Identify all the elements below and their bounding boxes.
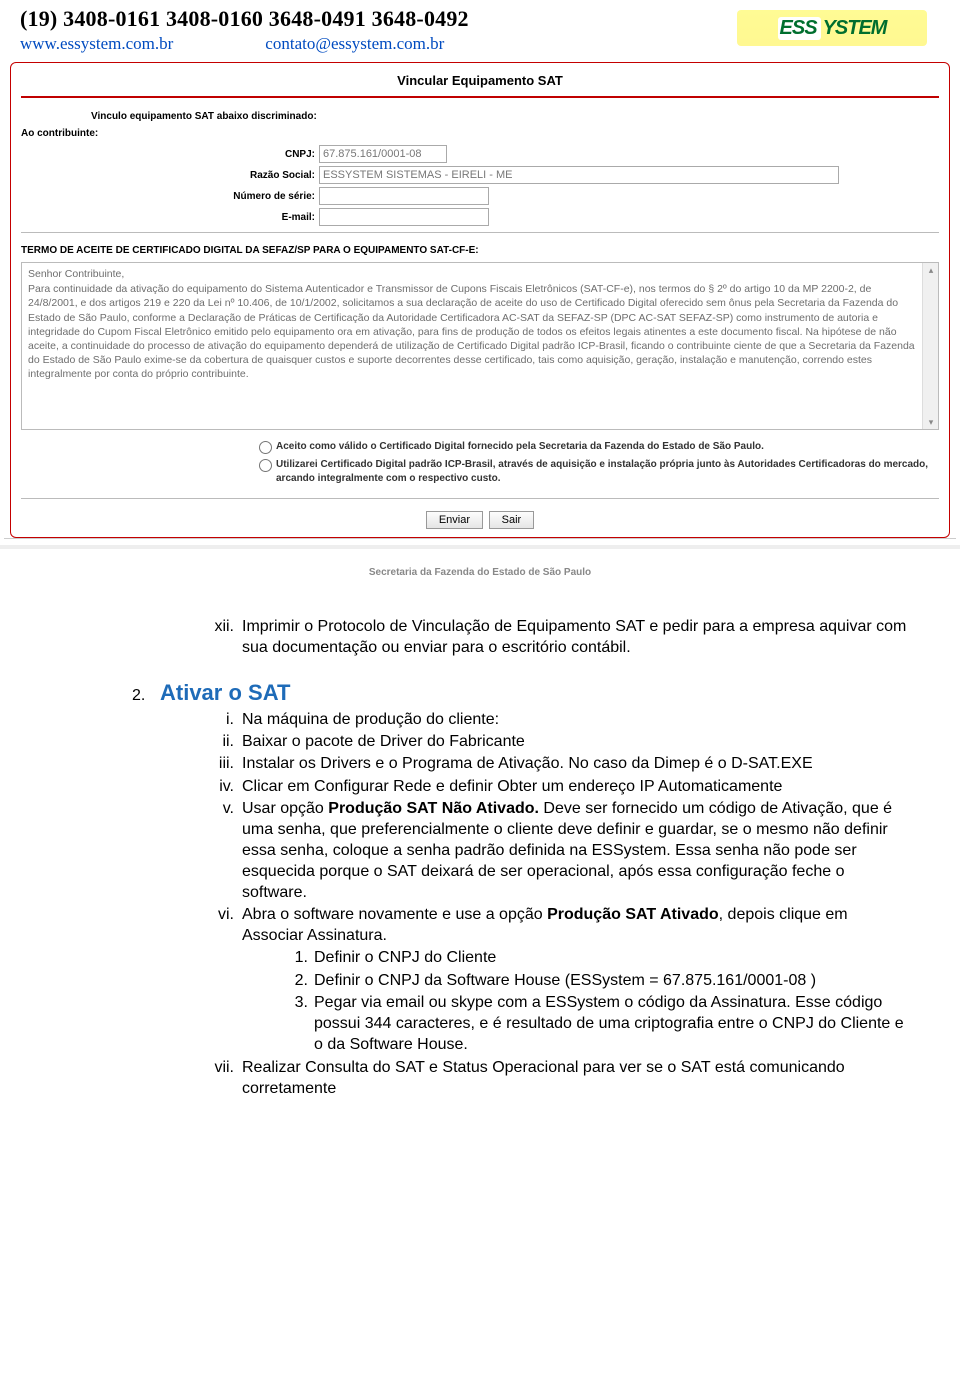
input-cnpj[interactable] (319, 145, 447, 163)
marker-xii: xii. (198, 616, 242, 658)
body-i: Na máquina de produção do cliente: (242, 709, 912, 730)
body-iii: Instalar os Drivers e o Programa de Ativ… (242, 753, 912, 774)
marker-ii: ii. (198, 731, 242, 752)
body-vi-2: Definir o CNPJ da Software House (ESSyst… (314, 970, 912, 991)
vi-bold: Produção SAT Ativado (547, 906, 719, 923)
term-body-text: Para continuidade da ativação do equipam… (28, 282, 920, 381)
item-v: v. Usar opção Produção SAT Não Ativado. … (198, 798, 912, 904)
marker-iv: iv. (198, 776, 242, 797)
item-ii: ii. Baixar o pacote de Driver do Fabrica… (198, 731, 912, 752)
scroll-up-icon[interactable]: ▴ (923, 263, 939, 277)
scroll-down-icon[interactable]: ▾ (923, 415, 939, 429)
essystem-logo: ESSYSTEM (737, 10, 927, 46)
body-iv: Clicar em Configurar Rede e definir Obte… (242, 776, 912, 797)
radio-accept-label: Aceito como válido o Certificado Digital… (276, 440, 764, 454)
marker-vi-2: 2. (288, 970, 314, 991)
label-serie: Número de série: (21, 191, 319, 202)
vi-pre: Abra o software novamente e use a opção (242, 906, 547, 923)
section-2-heading: 2. Ativar o SAT (132, 678, 912, 707)
vi-num-list: 1. Definir o CNPJ do Cliente 2. Definir … (288, 947, 912, 1055)
item-vi-2: 2. Definir o CNPJ da Software House (ESS… (288, 970, 912, 991)
marker-vii: vii. (198, 1057, 242, 1099)
marker-iii: iii. (198, 753, 242, 774)
item-vi: vi. Abra o software novamente e use a op… (198, 904, 912, 1056)
marker-vi-3: 3. (288, 992, 314, 1055)
logo-wrap: ESSYSTEM (722, 6, 942, 46)
sub-list: i. Na máquina de produção do cliente: ii… (198, 709, 912, 1099)
input-razao[interactable] (319, 166, 839, 184)
item-vi-3: 3. Pegar via email ou skype com a ESSyst… (288, 992, 912, 1055)
enviar-button[interactable]: Enviar (426, 511, 483, 529)
marker-i: i. (198, 709, 242, 730)
input-email[interactable] (319, 208, 489, 226)
radio-accept[interactable] (259, 441, 272, 454)
header-left: (19) 3408-0161 3408-0160 3648-0491 3648-… (20, 6, 722, 54)
website-link[interactable]: www.essystem.com.br (20, 34, 173, 54)
secretaria-footer: Secretaria da Fazenda do Estado de São P… (0, 545, 960, 586)
radio-row-icp[interactable]: Utilizarei Certificado Digital padrão IC… (259, 458, 939, 486)
logo-text-2: YSTEM (823, 17, 887, 40)
body-vi: Abra o software novamente e use a opção … (242, 904, 912, 1056)
input-serie[interactable] (319, 187, 489, 205)
term-heading: TERMO DE ACEITE DE CERTIFICADO DIGITAL D… (21, 239, 939, 262)
field-row-cnpj: CNPJ: (21, 145, 939, 163)
item-xii: xii. Imprimir o Protocolo de Vinculação … (198, 616, 912, 658)
section-2-num: 2. (132, 685, 160, 706)
item-iv: iv. Clicar em Configurar Rede e definir … (198, 776, 912, 797)
divider-grey-2 (21, 498, 939, 499)
term-salutation: Senhor Contribuinte, (28, 267, 920, 281)
form-subhead-1: Vinculo equipamento SAT abaixo discrimin… (21, 108, 939, 125)
section-2-title: Ativar o SAT (160, 678, 290, 707)
marker-vi-1: 1. (288, 947, 314, 968)
body-vi-3: Pegar via email ou skype com a ESSystem … (314, 992, 912, 1055)
body-vii: Realizar Consulta do SAT e Status Operac… (242, 1057, 912, 1099)
body-xii: Imprimir o Protocolo de Vinculação de Eq… (242, 616, 912, 658)
form-title: Vincular Equipamento SAT (21, 67, 939, 96)
radio-block: Aceito como válido o Certificado Digital… (21, 430, 939, 492)
item-iii: iii. Instalar os Drivers e o Programa de… (198, 753, 912, 774)
item-vi-1: 1. Definir o CNPJ do Cliente (288, 947, 912, 968)
form-subhead-2: Ao contribuinte: (21, 125, 939, 142)
label-cnpj: CNPJ: (21, 149, 319, 160)
sat-form-box: Vincular Equipamento SAT Vinculo equipam… (10, 62, 950, 538)
item-i: i. Na máquina de produção do cliente: (198, 709, 912, 730)
footer-hr (4, 538, 956, 539)
page-header: (19) 3408-0161 3408-0160 3648-0491 3648-… (0, 0, 960, 58)
button-row: Enviar Sair (21, 505, 939, 529)
scrollbar[interactable]: ▴ ▾ (922, 263, 938, 429)
radio-icp[interactable] (259, 459, 272, 472)
item-vii: vii. Realizar Consulta do SAT e Status O… (198, 1057, 912, 1099)
radio-icp-label: Utilizarei Certificado Digital padrão IC… (276, 458, 939, 486)
logo-text-1: ESS (778, 17, 821, 40)
v-bold: Produção SAT Não Ativado. (328, 800, 539, 817)
term-textarea[interactable]: Senhor Contribuinte, Para continuidade d… (21, 262, 939, 430)
body-ii: Baixar o pacote de Driver do Fabricante (242, 731, 912, 752)
body-v: Usar opção Produção SAT Não Ativado. Dev… (242, 798, 912, 904)
marker-vi: vi. (198, 904, 242, 1056)
divider-red (21, 96, 939, 98)
label-razao: Razão Social: (21, 170, 319, 181)
field-row-email: E-mail: (21, 208, 939, 226)
field-row-razao: Razão Social: (21, 166, 939, 184)
label-email: E-mail: (21, 212, 319, 223)
body-vi-1: Definir o CNPJ do Cliente (314, 947, 912, 968)
document-body: xii. Imprimir o Protocolo de Vinculação … (0, 586, 960, 1130)
sair-button[interactable]: Sair (489, 511, 535, 529)
radio-row-accept[interactable]: Aceito como válido o Certificado Digital… (259, 440, 939, 454)
email-link[interactable]: contato@essystem.com.br (265, 34, 444, 54)
field-row-serie: Número de série: (21, 187, 939, 205)
phone-numbers: (19) 3408-0161 3408-0160 3648-0491 3648-… (20, 6, 722, 32)
divider-grey-1 (21, 232, 939, 233)
header-links: www.essystem.com.br contato@essystem.com… (20, 34, 722, 54)
v-pre: Usar opção (242, 800, 328, 817)
marker-v: v. (198, 798, 242, 904)
